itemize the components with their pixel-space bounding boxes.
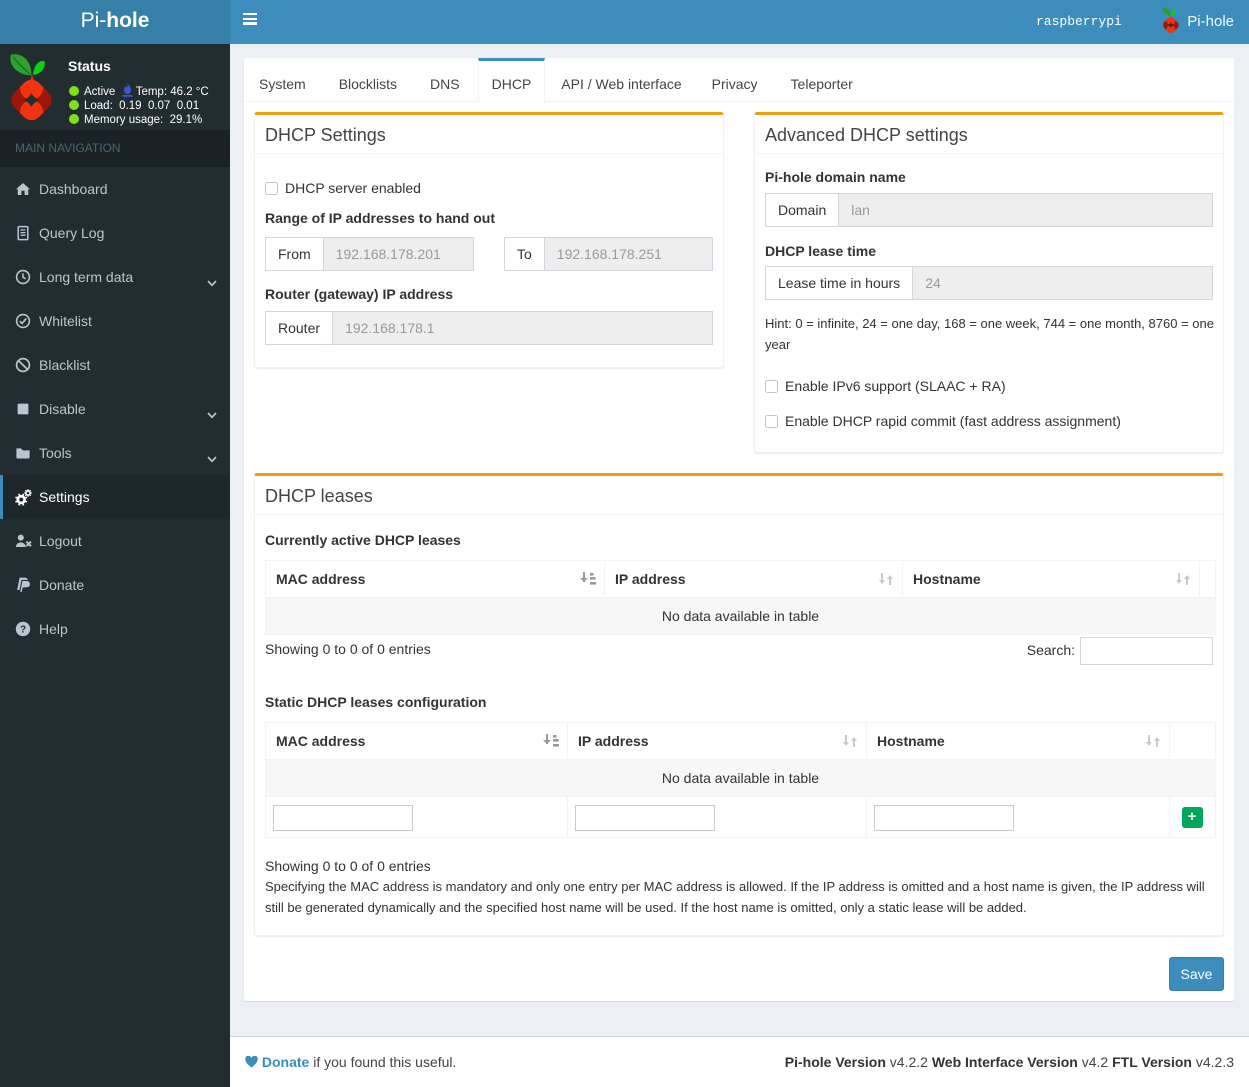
- svg-text:?: ?: [20, 625, 26, 636]
